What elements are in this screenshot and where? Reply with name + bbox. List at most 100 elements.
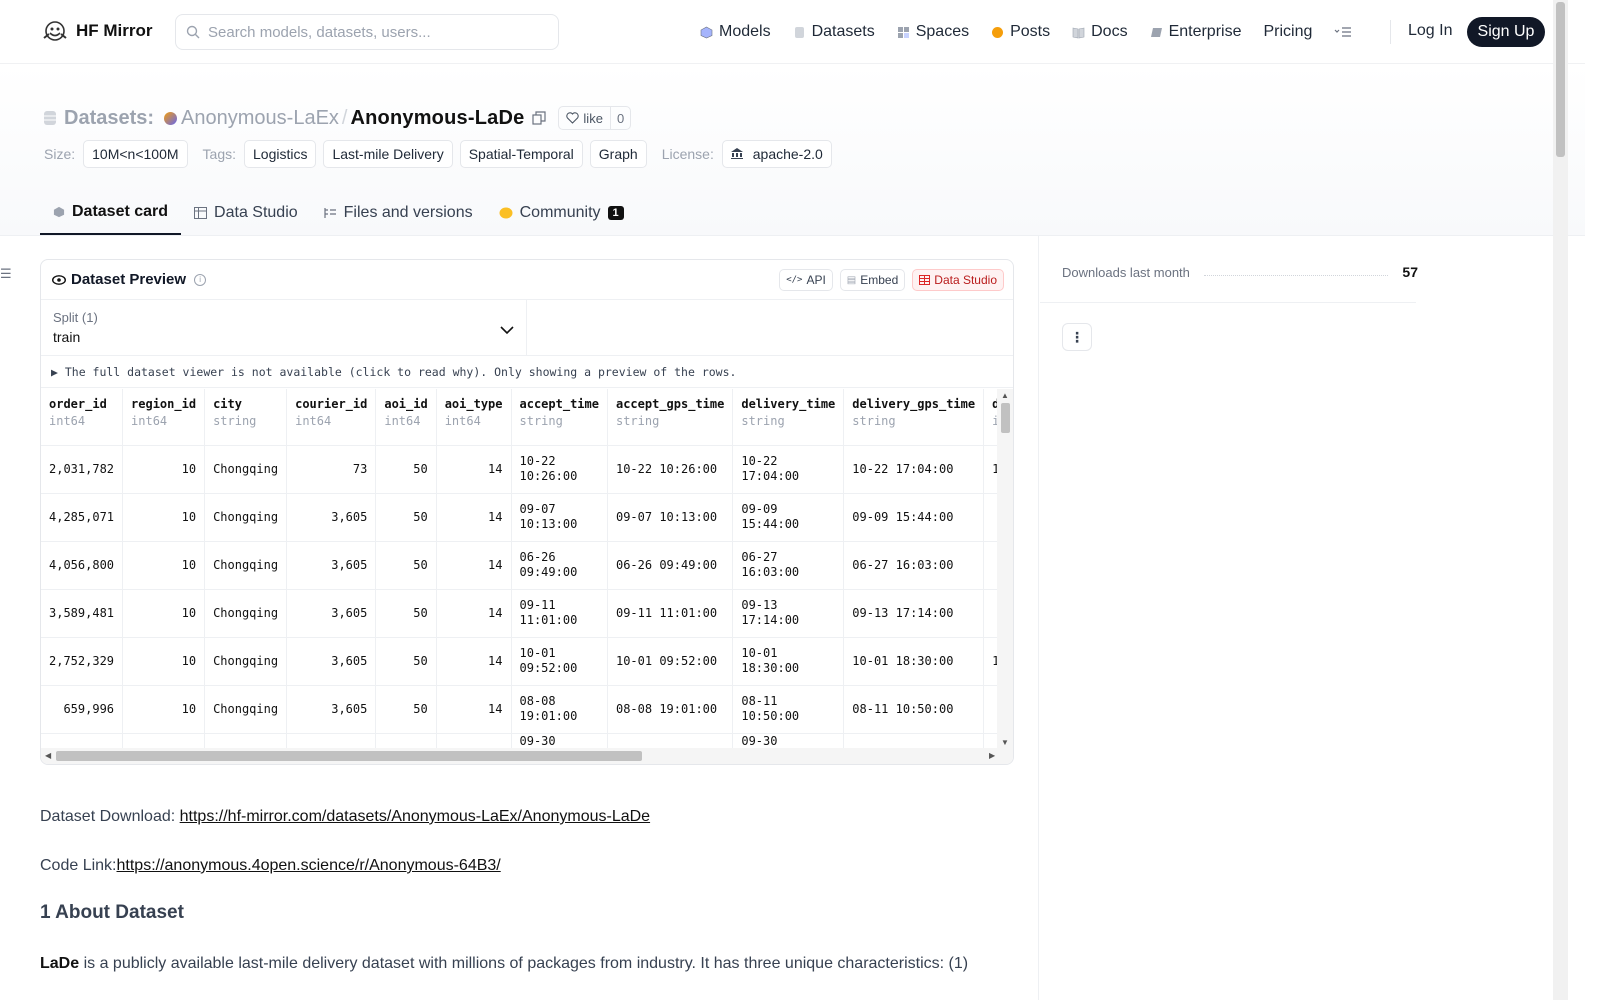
more-options-button[interactable]: ⋮	[1062, 323, 1092, 351]
table-cell[interactable]: 10	[122, 445, 206, 494]
window-scroll-thumb[interactable]	[1556, 2, 1565, 157]
table-cell[interactable]	[204, 733, 288, 749]
table-cell[interactable]: 14	[436, 637, 512, 686]
scroll-down-arrow[interactable]: ▼	[1001, 738, 1009, 747]
table-row[interactable]: 2,752,329 10 Chongqing 3,605 50 14 10-01 09:52…	[41, 637, 999, 686]
download-link[interactable]: https://hf-mirror.com/datasets/Anonymous…	[180, 808, 650, 825]
table-horizontal-scrollbar[interactable]: ◀ ▶	[41, 748, 1013, 764]
table-cell[interactable]: 10-22 10:26:00	[607, 445, 734, 494]
table-cell[interactable]: 4,056,800	[41, 541, 124, 590]
table-cell[interactable]: 50	[375, 445, 437, 494]
table-cell[interactable]: 14	[436, 685, 512, 734]
table-cell[interactable]: 09-07 10:13:00	[607, 493, 734, 542]
code-link[interactable]: https://anonymous.4open.science/r/Anonym…	[117, 857, 501, 874]
table-cell[interactable]: Chongqing	[204, 493, 288, 542]
table-cell[interactable]: 10	[122, 589, 206, 638]
table-cell[interactable]: Chongqing	[204, 637, 288, 686]
nav-docs[interactable]: Docs	[1072, 23, 1128, 41]
table-row[interactable]: 4,285,071 10 Chongqing 3,605 50 14 09-07 10:13…	[41, 493, 999, 542]
table-cell[interactable]: 09-13 17:14:00	[732, 589, 845, 638]
table-cell[interactable]: 3,605	[286, 541, 377, 590]
column-header-accept-time[interactable]: accept_time string	[511, 389, 608, 446]
table-cell[interactable]: 50	[375, 493, 437, 542]
table-cell[interactable]: 06-26 09:49:00	[607, 541, 734, 590]
table-cell[interactable]: Chongqing	[204, 541, 288, 590]
table-cell[interactable]: 3,605	[286, 589, 377, 638]
window-scrollbar[interactable]	[1553, 0, 1568, 1000]
nav-more-menu[interactable]	[1334, 26, 1352, 38]
table-cell[interactable]: 10	[122, 493, 206, 542]
tag-last-mile-delivery[interactable]: Last-mile Delivery	[323, 140, 453, 168]
table-cell[interactable]: 06-27 16:03:00	[843, 541, 985, 590]
table-cell[interactable]: 08-08 19:01:00	[511, 685, 608, 734]
nav-enterprise[interactable]: Enterprise	[1150, 23, 1241, 41]
column-header-delivery-time[interactable]: delivery_time string	[732, 389, 845, 446]
license-tag[interactable]: apache-2.0	[721, 140, 832, 168]
table-cell[interactable]	[607, 733, 734, 749]
table-cell[interactable]: 09-30	[511, 733, 608, 749]
table-cell[interactable]: 2,752,329	[41, 637, 124, 686]
table-cell[interactable]: 08-11 10:50:00	[732, 685, 845, 734]
table-cell[interactable]: 73	[286, 445, 377, 494]
size-tag[interactable]: 10M<n<100M	[83, 140, 188, 168]
tab-community[interactable]: Community 1	[486, 191, 637, 235]
owner-avatar[interactable]	[164, 111, 178, 125]
table-cell[interactable]: 10-22 17:04:00	[843, 445, 985, 494]
login-link[interactable]: Log In	[1408, 22, 1452, 40]
table-cell[interactable]: 50	[375, 685, 437, 734]
vertical-scroll-thumb[interactable]	[1001, 403, 1010, 433]
table-cell[interactable]	[286, 733, 377, 749]
table-cell[interactable]: 10-01 09:52:00	[511, 637, 608, 686]
column-header-accept-gps-time[interactable]: accept_gps_time string	[607, 389, 734, 446]
table-cell[interactable]: 10-01 09:52:00	[607, 637, 734, 686]
embed-button[interactable]: ▤ Embed	[839, 269, 906, 291]
table-cell[interactable]: 06-27 16:03:00	[732, 541, 845, 590]
table-cell[interactable]: 09-09 15:44:00	[843, 493, 985, 542]
table-cell[interactable]: 14	[436, 541, 512, 590]
scroll-up-arrow[interactable]: ▲	[1001, 391, 1009, 400]
repo-kind-label[interactable]: Datasets:	[64, 107, 154, 130]
signup-button[interactable]: Sign Up	[1467, 17, 1545, 47]
nav-spaces[interactable]: Spaces	[897, 23, 969, 41]
table-cell[interactable]: Chongqing	[204, 445, 288, 494]
column-header-region-id[interactable]: region_id int64	[122, 389, 206, 446]
table-cell[interactable]: 08-11 10:50:00	[843, 685, 985, 734]
toc-toggle-icon[interactable]: ☰	[0, 266, 12, 282]
info-icon[interactable]: i	[194, 273, 207, 286]
table-cell[interactable]: 3,605	[286, 493, 377, 542]
table-cell[interactable]: 3,605	[286, 637, 377, 686]
table-cell[interactable]	[41, 733, 124, 749]
tag-graph[interactable]: Graph	[589, 140, 647, 168]
tag-spatial-temporal[interactable]: Spatial-Temporal	[459, 140, 583, 168]
table-cell[interactable]: 2,031,782	[41, 445, 124, 494]
table-cell[interactable]: 10-01 18:30:00	[843, 637, 985, 686]
table-cell[interactable]: 09-30	[732, 733, 845, 749]
table-cell[interactable]	[436, 733, 512, 749]
table-row[interactable]: 2,031,782 10 Chongqing 73 50 14 10-22 10:26:00…	[41, 445, 999, 494]
table-cell[interactable]: 10	[122, 637, 206, 686]
table-cell[interactable]: 14	[436, 445, 512, 494]
table-cell[interactable]: 09-07 10:13:00	[511, 493, 608, 542]
search-box[interactable]	[175, 14, 559, 50]
table-cell[interactable]: 10-22 17:04:00	[732, 445, 845, 494]
column-header-order-id[interactable]: order_id int64	[41, 389, 124, 446]
column-header-aoi-type[interactable]: aoi_type int64	[436, 389, 512, 446]
like-count[interactable]: 0	[611, 111, 630, 126]
table-cell[interactable]: 14	[436, 493, 512, 542]
column-header-courier-id[interactable]: courier_id int64	[286, 389, 377, 446]
column-header-city[interactable]: city string	[204, 389, 288, 446]
nav-posts[interactable]: Posts	[991, 23, 1050, 41]
table-cell[interactable]: 3,589,481	[41, 589, 124, 638]
table-row[interactable]: 09-30 09-30	[41, 733, 999, 749]
copy-icon[interactable]	[532, 111, 547, 125]
table-cell[interactable]: 10-01 18:30:00	[732, 637, 845, 686]
nav-datasets[interactable]: Datasets	[793, 23, 875, 41]
table-cell[interactable]: 09-11 11:01:00	[511, 589, 608, 638]
table-cell[interactable]: 14	[436, 589, 512, 638]
table-cell[interactable]	[375, 733, 437, 749]
scroll-left-arrow[interactable]: ◀	[45, 751, 51, 760]
like-button[interactable]: like 0	[558, 106, 632, 130]
table-cell[interactable]: 10	[122, 541, 206, 590]
tag-logistics[interactable]: Logistics	[244, 140, 317, 168]
tab-dataset-card[interactable]: Dataset card	[40, 191, 182, 235]
